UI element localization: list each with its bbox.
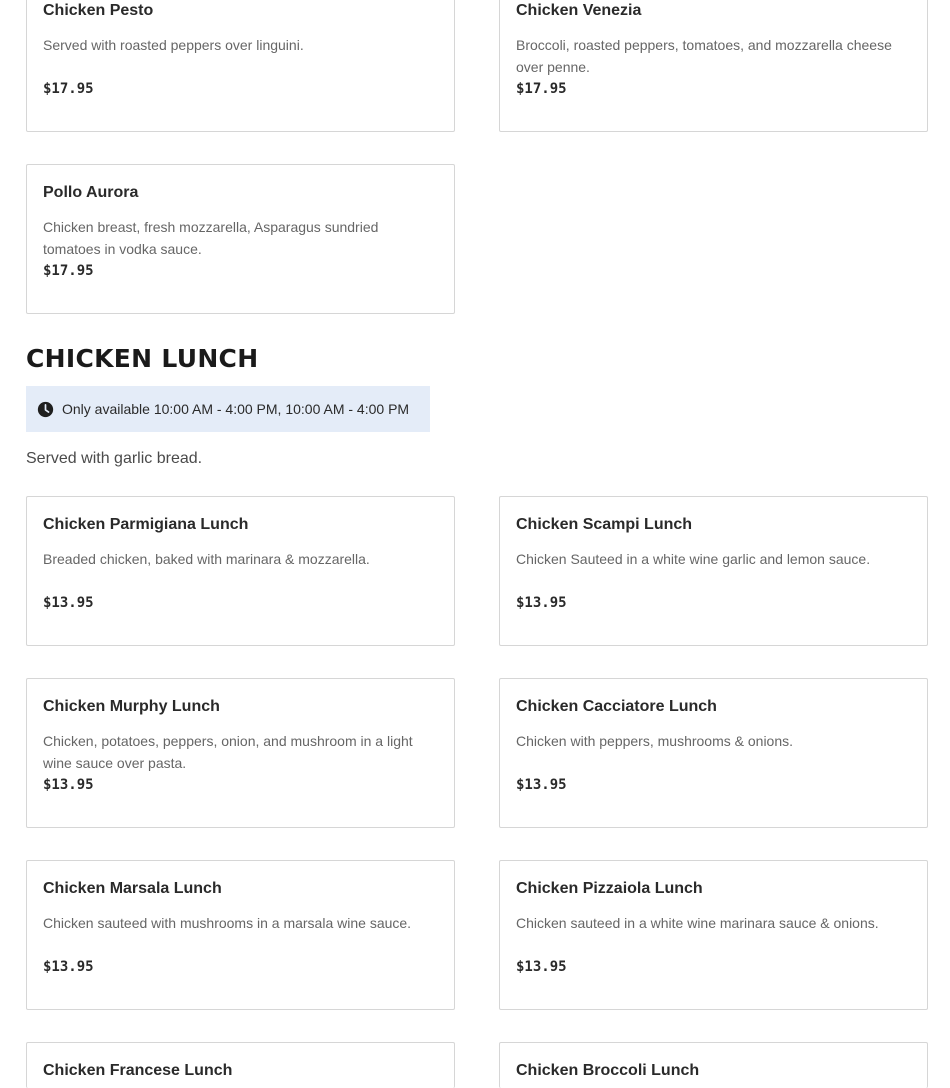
section-title: CHICKEN LUNCH <box>26 344 259 373</box>
menu-item-name: Chicken Cacciatore Lunch <box>516 698 717 715</box>
menu-item-name: Chicken Parmigiana Lunch <box>43 516 249 533</box>
menu-item-card[interactable]: Chicken Pesto Served with roasted pepper… <box>26 0 455 132</box>
menu-item-name: Chicken Pizzaiola Lunch <box>516 880 703 897</box>
menu-item-description: Chicken sauteed in a white wine marinara… <box>516 915 879 931</box>
menu-item-name: Pollo Aurora <box>43 184 139 201</box>
menu-item-card[interactable]: Chicken Scampi Lunch Chicken Sauteed in … <box>499 496 928 646</box>
menu-item-name: Chicken Pesto <box>43 2 154 19</box>
menu-item-name: Chicken Francese Lunch <box>43 1062 233 1079</box>
menu-item-description: Broccoli, roasted peppers, tomatoes, and… <box>516 37 892 75</box>
menu-item-name: Chicken Scampi Lunch <box>516 516 693 533</box>
menu-item-name: Chicken Marsala Lunch <box>43 880 222 897</box>
menu-item-card[interactable]: Chicken Francese Lunch <box>26 1042 455 1088</box>
menu-item-card[interactable]: Chicken Pizzaiola Lunch Chicken sauteed … <box>499 860 928 1010</box>
menu-item-price: $13.95 <box>43 595 94 611</box>
menu-item-price: $13.95 <box>43 777 94 793</box>
availability-banner: Only available 10:00 AM - 4:00 PM, 10:00… <box>26 386 430 432</box>
menu-item-description: Chicken sauteed with mushrooms in a mars… <box>43 915 412 931</box>
menu-item-description: Served with roasted peppers over linguin… <box>43 37 304 53</box>
menu-item-price: $13.95 <box>516 959 567 975</box>
clock-icon <box>37 401 54 417</box>
menu-item-price: $13.95 <box>516 595 567 611</box>
menu-item-card[interactable]: Chicken Broccoli Lunch <box>499 1042 928 1088</box>
menu-item-price: $13.95 <box>516 777 567 793</box>
menu-item-description: Chicken, potatoes, peppers, onion, and m… <box>43 733 413 771</box>
menu-item-name: Chicken Broccoli Lunch <box>516 1062 700 1079</box>
menu-item-description: Chicken breast, fresh mozzarella, Aspara… <box>43 219 379 257</box>
menu-item-card[interactable]: Chicken Parmigiana Lunch Breaded chicken… <box>26 496 455 646</box>
menu-item-description: Chicken Sauteed in a white wine garlic a… <box>516 551 871 567</box>
menu-item-card[interactable]: Chicken Venezia Broccoli, roasted pepper… <box>499 0 928 132</box>
menu-item-card[interactable]: Chicken Murphy Lunch Chicken, potatoes, … <box>26 678 455 828</box>
menu-item-card[interactable]: Pollo Aurora Chicken breast, fresh mozza… <box>26 164 455 314</box>
menu-item-price: $17.95 <box>516 81 567 97</box>
availability-text: Only available 10:00 AM - 4:00 PM, 10:00… <box>62 401 410 417</box>
menu-item-name: Chicken Murphy Lunch <box>43 698 220 715</box>
menu-item-description: Chicken with peppers, mushrooms & onions… <box>516 733 794 749</box>
menu-item-price: $13.95 <box>43 959 94 975</box>
menu-item-price: $17.95 <box>43 263 94 279</box>
menu-item-card[interactable]: Chicken Marsala Lunch Chicken sauteed wi… <box>26 860 455 1010</box>
section-description: Served with garlic bread. <box>26 450 203 467</box>
menu-item-description: Breaded chicken, baked with marinara & m… <box>43 551 370 567</box>
menu-item-name: Chicken Venezia <box>516 2 642 19</box>
menu-item-card[interactable]: Chicken Cacciatore Lunch Chicken with pe… <box>499 678 928 828</box>
menu-item-price: $17.95 <box>43 81 94 97</box>
